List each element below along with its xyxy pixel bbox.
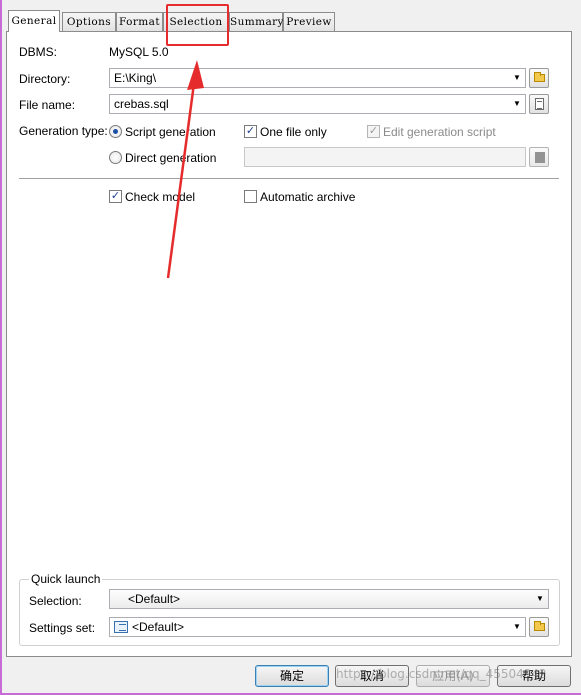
arrow-shaft bbox=[166, 75, 197, 279]
tab-general[interactable]: General bbox=[8, 10, 60, 32]
arrow-head bbox=[187, 60, 204, 90]
red-arrow-annotation bbox=[166, 60, 204, 279]
generate-database-dialog: General Options Format Selection Summary… bbox=[0, 0, 581, 695]
